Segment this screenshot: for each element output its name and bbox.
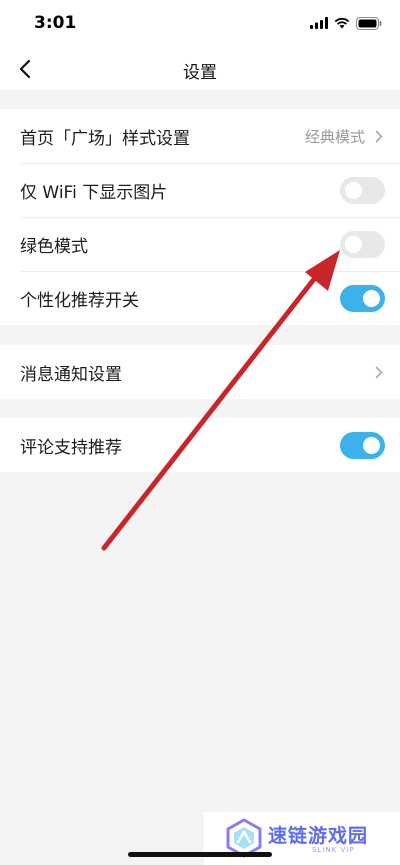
wifi-icon	[334, 17, 350, 29]
setting-label: 评论支持推荐	[20, 437, 122, 458]
wifi-images-toggle[interactable]	[340, 176, 385, 204]
toggle-knob	[363, 289, 380, 307]
status-time: 3:01	[34, 13, 77, 33]
setting-row-personalized: 个性化推荐开关	[0, 271, 400, 325]
watermark-subtitle: SLINK VIP	[312, 846, 355, 854]
chevron-right-icon	[375, 365, 385, 379]
page-title: 设置	[183, 63, 217, 83]
setting-row-wifi-images: 仅 WiFi 下显示图片	[0, 163, 400, 217]
toggle-knob	[345, 235, 362, 253]
signal-icon	[310, 17, 328, 29]
setting-row-square-style[interactable]: 首页「广场」样式设置 经典模式	[0, 109, 400, 163]
chevron-right-icon	[375, 129, 385, 143]
setting-label: 仅 WiFi 下显示图片	[20, 182, 168, 203]
settings-group-comments: 评论支持推荐	[0, 418, 400, 472]
home-indicator	[128, 852, 272, 857]
setting-row-comment-recommend: 评论支持推荐	[0, 418, 400, 472]
toggle-knob	[363, 436, 380, 454]
green-mode-toggle[interactable]	[340, 230, 385, 258]
comment-recommend-toggle[interactable]	[340, 431, 385, 459]
settings-group-display: 首页「广场」样式设置 经典模式 仅 WiFi 下显示图片 绿色模式 个性化推荐开…	[0, 109, 400, 325]
personalized-recommendation-toggle[interactable]	[340, 284, 385, 312]
setting-row-notifications[interactable]: 消息通知设置	[0, 345, 400, 399]
setting-label: 消息通知设置	[20, 364, 122, 385]
setting-value: 经典模式	[304, 127, 365, 146]
status-icons	[310, 16, 382, 30]
settings-group-notifications: 消息通知设置	[0, 345, 400, 399]
setting-label: 首页「广场」样式设置	[20, 128, 190, 149]
status-bar: 3:01	[0, 0, 400, 48]
toggle-knob	[345, 181, 362, 199]
setting-label: 绿色模式	[20, 236, 88, 257]
watermark: 速链游戏园 SLINK VIP	[204, 812, 400, 865]
nav-bar: 设置	[0, 48, 400, 90]
setting-label: 个性化推荐开关	[20, 290, 139, 311]
battery-icon	[356, 16, 382, 30]
setting-row-green-mode: 绿色模式	[0, 217, 400, 271]
watermark-title: 速链游戏园	[268, 825, 369, 847]
